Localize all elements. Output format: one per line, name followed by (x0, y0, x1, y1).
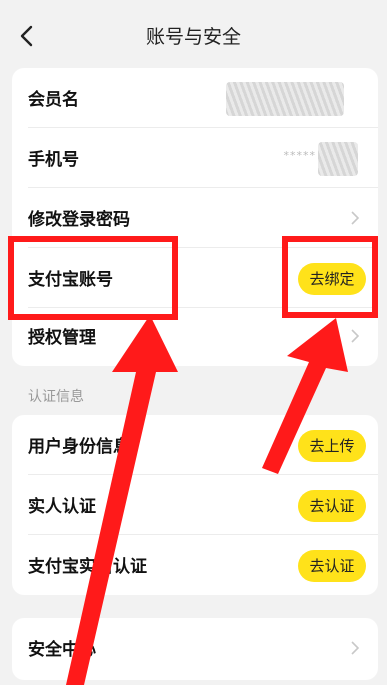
section-title: 认证信息 (28, 389, 84, 405)
row-member-name[interactable]: 会员名 (12, 68, 378, 128)
verify-button[interactable]: 去认证 (298, 550, 366, 582)
row-label: 用户身份信息 (28, 437, 130, 457)
nav-bar: 账号与安全 (0, 0, 387, 68)
row-authorization[interactable]: 授权管理 (12, 306, 378, 366)
row-identity-info[interactable]: 用户身份信息 去上传 (12, 415, 378, 475)
row-label: 安全中心 (28, 640, 96, 660)
bind-button[interactable]: 去绑定 (298, 263, 366, 295)
row-alipay-account[interactable]: 支付宝账号 去绑定 (12, 248, 378, 308)
row-change-password[interactable]: 修改登录密码 (12, 188, 378, 248)
row-real-person[interactable]: 实人认证 去认证 (12, 475, 378, 535)
page-title: 账号与安全 (145, 26, 241, 48)
security-card: 安全中心 (12, 618, 378, 680)
verify-card: 用户身份信息 去上传 实人认证 去认证 支付宝实名认证 去认证 (12, 415, 378, 595)
row-label: 修改登录密码 (28, 210, 130, 230)
row-label: 手机号 (28, 150, 79, 170)
upload-button[interactable]: 去上传 (298, 430, 366, 462)
row-label: 会员名 (28, 90, 79, 110)
blurred-value (318, 142, 358, 176)
chevron-right-icon (351, 211, 360, 225)
row-label: 支付宝账号 (28, 270, 113, 290)
row-label: 实人认证 (28, 497, 96, 517)
masked-phone: ***** (283, 149, 316, 162)
row-label: 支付宝实名认证 (28, 557, 147, 577)
row-alipay-realname[interactable]: 支付宝实名认证 去认证 (12, 535, 378, 595)
row-label: 授权管理 (28, 328, 96, 348)
row-security-center[interactable]: 安全中心 (12, 618, 378, 678)
row-phone[interactable]: 手机号 ***** (12, 128, 378, 188)
account-card: 会员名 手机号 ***** 修改登录密码 支付宝账号 去绑定 授权管理 (12, 68, 378, 366)
screen: 账号与安全 会员名 手机号 ***** 修改登录密码 支付宝账号 去绑定 授权管… (0, 0, 387, 685)
chevron-right-icon (351, 641, 360, 655)
blurred-value (226, 82, 344, 116)
verify-button[interactable]: 去认证 (298, 490, 366, 522)
chevron-right-icon (351, 329, 360, 343)
